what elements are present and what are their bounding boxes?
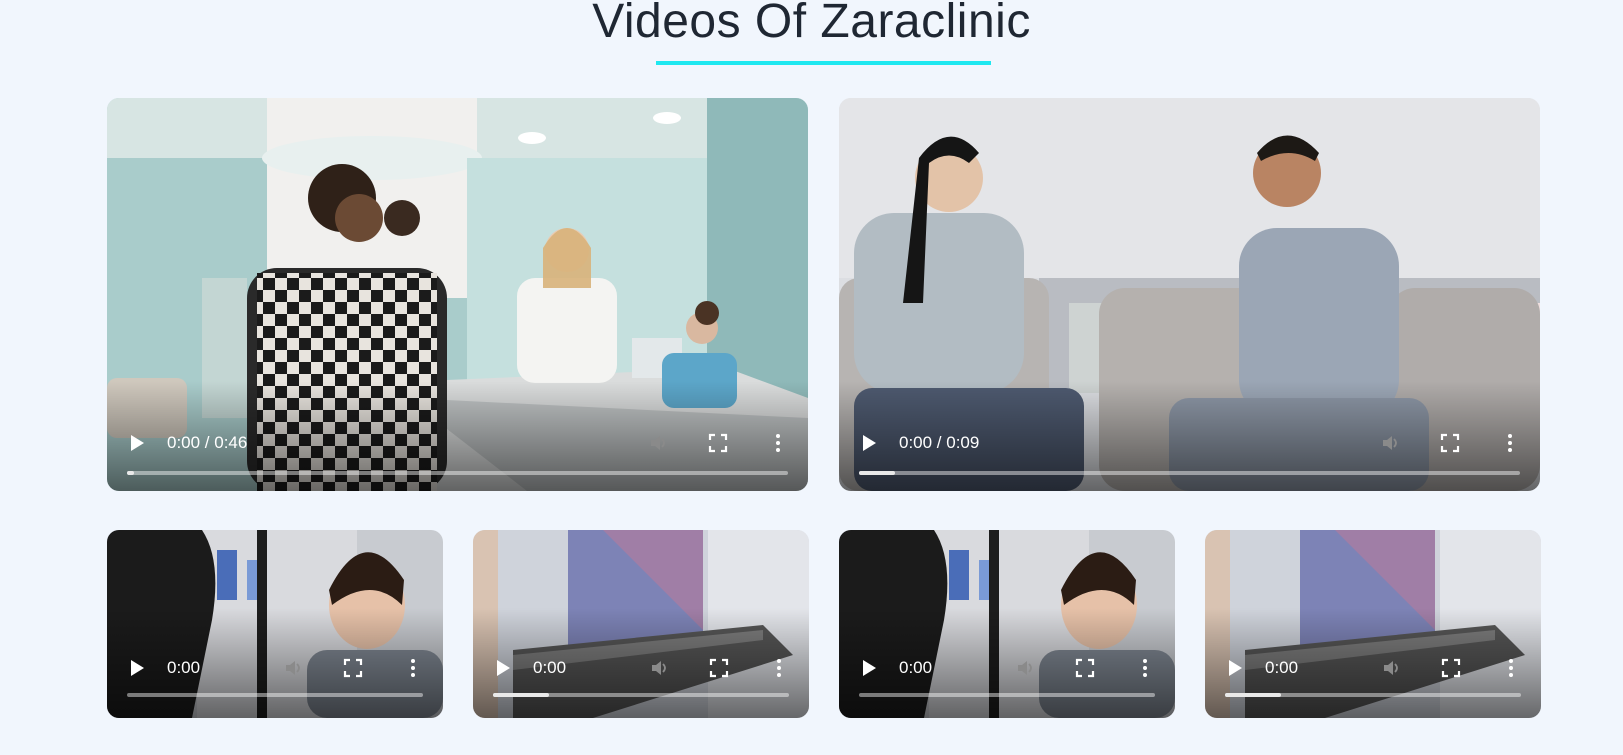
fullscreen-icon[interactable] xyxy=(343,658,363,678)
volume-muted-icon[interactable] xyxy=(649,433,669,453)
time-display: 0:00 xyxy=(1265,658,1299,677)
progress-bar[interactable] xyxy=(127,471,788,475)
video-controls: 0:00 / 0:09 xyxy=(839,391,1540,491)
time-display: 0:00 xyxy=(899,658,933,677)
video-player-pharmacy-1[interactable]: 0:00 xyxy=(107,530,443,718)
play-icon[interactable] xyxy=(131,660,144,676)
progress-bar[interactable] xyxy=(859,471,1520,475)
more-vertical-icon[interactable] xyxy=(403,658,423,678)
progress-buffered xyxy=(859,471,896,475)
volume-muted-icon[interactable] xyxy=(1382,658,1402,678)
fullscreen-icon[interactable] xyxy=(1440,433,1460,453)
section-title: Videos Of Zaraclinic xyxy=(592,0,1031,48)
progress-buffered xyxy=(493,693,550,697)
time-display: 0:00 xyxy=(533,658,567,677)
play-icon[interactable] xyxy=(497,660,510,676)
time-display: 0:00 xyxy=(167,658,201,677)
volume-muted-icon[interactable] xyxy=(1016,658,1036,678)
video-player-pharmacy-2[interactable]: 0:00 xyxy=(839,530,1175,718)
progress-buffered xyxy=(1225,693,1282,697)
play-icon[interactable] xyxy=(1229,660,1242,676)
fullscreen-icon[interactable] xyxy=(708,433,728,453)
more-vertical-icon[interactable] xyxy=(768,433,788,453)
time-display: 0:00 / 0:09 xyxy=(899,433,980,452)
volume-muted-icon[interactable] xyxy=(650,658,670,678)
video-controls: 0:00 xyxy=(107,618,443,718)
video-controls: 0:00 xyxy=(473,618,809,718)
play-icon[interactable] xyxy=(863,435,876,451)
progress-buffered xyxy=(127,471,134,475)
progress-bar[interactable] xyxy=(859,693,1155,697)
progress-bar[interactable] xyxy=(127,693,423,697)
more-vertical-icon[interactable] xyxy=(1500,433,1520,453)
fullscreen-icon[interactable] xyxy=(1075,658,1095,678)
fullscreen-icon[interactable] xyxy=(709,658,729,678)
more-vertical-icon[interactable] xyxy=(769,658,789,678)
video-player-office-1[interactable]: 0:00 xyxy=(473,530,809,718)
more-vertical-icon[interactable] xyxy=(1501,658,1521,678)
play-icon[interactable] xyxy=(131,435,144,451)
time-display: 0:00 / 0:46 xyxy=(167,433,248,452)
progress-bar[interactable] xyxy=(493,693,789,697)
video-controls: 0:00 xyxy=(839,618,1175,718)
title-underline xyxy=(656,61,991,65)
video-controls: 0:00 xyxy=(1205,618,1541,718)
more-vertical-icon[interactable] xyxy=(1135,658,1155,678)
video-player-reception[interactable]: 0:00 / 0:46 xyxy=(107,98,808,491)
volume-muted-icon[interactable] xyxy=(1381,433,1401,453)
volume-muted-icon[interactable] xyxy=(284,658,304,678)
fullscreen-icon[interactable] xyxy=(1441,658,1461,678)
play-icon[interactable] xyxy=(863,660,876,676)
video-player-office-2[interactable]: 0:00 xyxy=(1205,530,1541,718)
progress-bar[interactable] xyxy=(1225,693,1521,697)
video-controls: 0:00 / 0:46 xyxy=(107,391,808,491)
video-player-consultation[interactable]: 0:00 / 0:09 xyxy=(839,98,1540,491)
